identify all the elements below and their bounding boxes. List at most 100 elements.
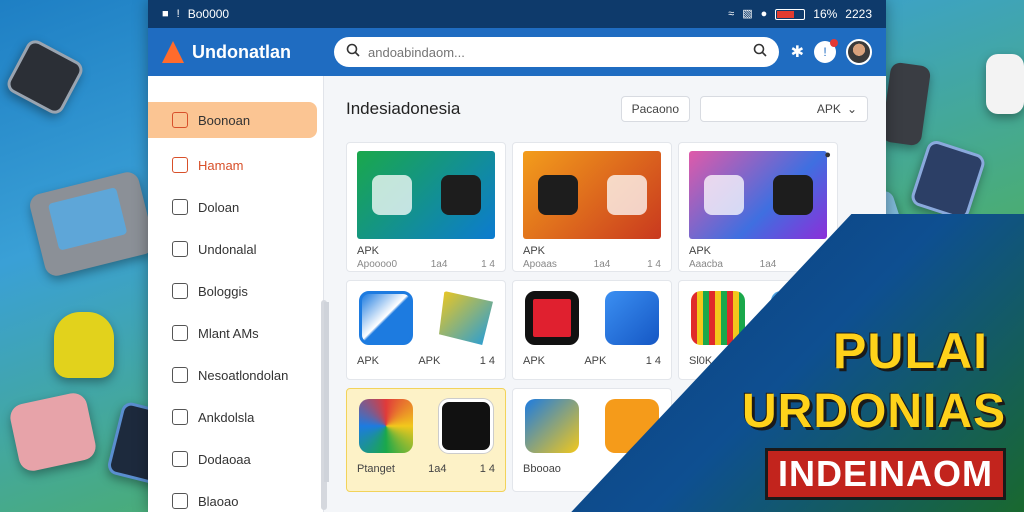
card-meta: 1a4 [430,259,448,270]
type-select-value: APK [816,102,841,116]
sidebar: Boonoan Hamam Doloan Undonalal Bologgis … [148,76,327,512]
search-icon [346,43,360,62]
sidebar-item-label: Ankdolsla [198,409,255,425]
card-meta: Apoooo0 [357,259,398,270]
phone-illustration [908,138,988,222]
device-illustration [986,54,1024,114]
signal-icon: ▧ [742,8,753,20]
app-card[interactable]: Ptanget 1a4 1 4 [346,388,506,492]
notification-icon: ■ [162,8,169,20]
sidebar-item-label: Undonalal [198,241,257,257]
document-icon [172,451,188,467]
sidebar-item-label: Boonoan [198,112,251,128]
card-label: Ptanget [357,463,395,475]
card-label: APK [418,355,441,367]
sidebar-item-label: Nesoatlondolan [198,367,289,383]
app-card[interactable]: APK APK 1 4 [512,280,672,380]
card-label: Bbooao [523,463,561,475]
app-thumbnail [357,151,495,239]
app-card[interactable]: APK Apoaas 1a4 1 4 [512,142,672,272]
app-icon [525,399,579,453]
phone-illustration [880,61,932,147]
card-meta: 1 4 [479,355,495,367]
sidebar-item-4[interactable]: Bologgis [148,270,323,312]
android-mascot-illustration [54,312,114,378]
card-label: APK [357,245,380,257]
app-card[interactable]: ● APK Aaacba 1a4 1 4 [678,142,838,272]
gift-icon[interactable]: ✱ [791,42,804,62]
card-meta: 1 4 [481,259,495,270]
sidebar-item-9[interactable]: Blaoao [148,480,323,512]
chevron-down-icon: ⌄ [846,102,857,116]
sidebar-item-8[interactable]: Dodaoaa [148,438,323,480]
pink-device-illustration [7,390,99,474]
sidebar-item-5[interactable]: Mlant AMs [148,312,323,354]
tablet-illustration [27,169,157,279]
card-label: APK [584,355,607,367]
app-card[interactable]: APK APK 1 4 [346,280,506,380]
card-meta: 1 4 [479,463,495,475]
clock: 2223 [845,7,872,21]
list-icon [172,325,188,341]
sidebar-item-label: Blaoao [198,493,239,509]
app-icon [605,291,659,345]
card-label: Sl0K [689,355,713,367]
card-meta: 1a4 [593,259,611,270]
sidebar-item-6[interactable]: Nesoatlondolan [148,354,323,396]
filter-button[interactable]: Pacaono [620,96,690,122]
card-meta: 1 4 [645,355,661,367]
sidebar-item-label: Doloan [198,199,240,215]
search-bar [334,37,779,67]
app-icon [439,399,493,453]
promo-line-2: URDONIAS [741,385,1006,438]
main-scrollbar[interactable] [324,302,329,482]
app-logo[interactable]: Undonatlan [162,41,322,63]
globe-icon [172,409,188,425]
app-icon [439,291,493,345]
notification-button[interactable]: ! [814,39,838,63]
chart-icon [172,283,188,299]
card-label: APK [357,355,380,367]
type-select[interactable]: APK ⌄ [700,96,868,122]
app-card[interactable]: APK Apoooo0 1a4 1 4 [346,142,506,272]
app-thumbnail [689,151,827,239]
shield-icon [172,241,188,257]
alert-icon: ! [176,8,180,20]
sidebar-item-label: Mlant AMs [198,325,259,341]
promo-line-1: PULAI [833,323,988,379]
sidebar-item-3[interactable]: Undonalal [148,228,323,270]
card-label: APK [689,245,712,257]
battery-icon [775,8,806,20]
sidebar-item-2[interactable]: Doloan [148,186,323,228]
card-meta: Aaacba [689,259,723,270]
phone-illustration [4,36,86,118]
lock-icon: ● [824,149,831,161]
settings-icon [172,493,188,509]
battery-percent: 16% [813,7,838,21]
card-meta: 1 4 [647,259,661,270]
sidebar-item-label: Hamam [198,157,244,173]
logo-icon [162,41,184,63]
page-title: Indesiadonesia [346,99,461,118]
mail-icon [172,157,188,173]
card-meta: Apoaas [523,259,557,270]
avatar[interactable] [846,39,872,65]
card-label: APK [523,245,546,257]
app-icon [359,399,413,453]
app-icon [525,291,579,345]
card-meta: 1a4 [428,463,447,475]
sidebar-item-7[interactable]: Ankdolsla [148,396,323,438]
search-input[interactable] [368,44,745,60]
user-icon [172,367,188,383]
status-bar: ■ ! Bo0000 ≈ ▧ ● 16% 2223 [148,0,886,28]
sidebar-item-0[interactable]: Boonoan [148,102,317,138]
search-submit-icon[interactable] [753,43,767,62]
sidebar-item-1[interactable]: Hamam [148,144,323,186]
status-left-text: Bo0000 [187,7,230,21]
app-thumbnail [523,151,661,239]
promo-line-3: INDEINAOM [765,448,1006,500]
sidebar-item-label: Bologgis [198,283,248,299]
store-icon [172,112,188,128]
app-icon [359,291,413,345]
app-bar: Undonatlan ✱ ! [148,28,886,76]
